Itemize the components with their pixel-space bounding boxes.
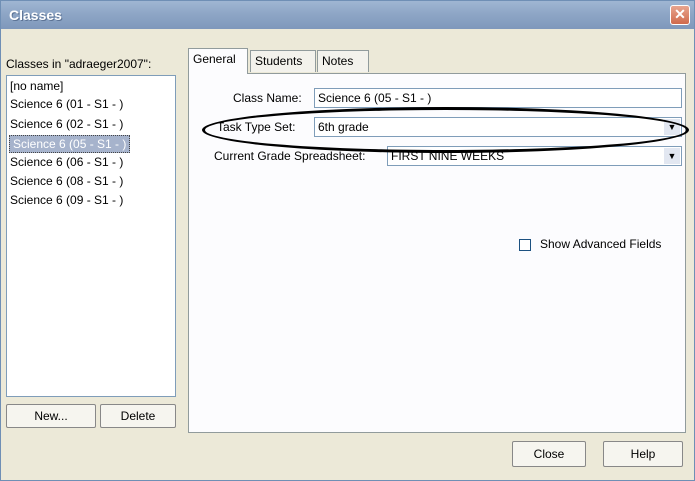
close-button[interactable]: Close (512, 441, 586, 467)
classes-dialog: Classes ✕ Classes in "adraeger2007": [no… (0, 0, 695, 481)
task-type-set-select[interactable]: 6th grade ▼ (314, 117, 682, 137)
title-bar[interactable]: Classes ✕ (1, 1, 694, 29)
new-class-button[interactable]: New... (6, 404, 96, 428)
help-button[interactable]: Help (603, 441, 683, 467)
tab-students[interactable]: Students (250, 50, 316, 72)
general-tab-panel: Class Name: Science 6 (05 - S1 - ) Task … (188, 73, 686, 433)
grade-spreadsheet-value: FIRST NINE WEEKS (391, 149, 505, 163)
list-item[interactable]: Science 6 (01 - S1 - ) (10, 96, 123, 112)
list-item[interactable]: Science 6 (06 - S1 - ) (10, 154, 123, 170)
grade-spreadsheet-label: Current Grade Spreadsheet: (214, 149, 366, 163)
close-window-button[interactable]: ✕ (670, 5, 690, 25)
show-advanced-label: Show Advanced Fields (540, 237, 662, 251)
delete-button-label: Delete (120, 409, 156, 423)
list-item[interactable]: [no name] (10, 78, 63, 94)
class-list[interactable]: [no name] Science 6 (01 - S1 - ) Science… (6, 75, 176, 397)
list-item[interactable]: Science 6 (09 - S1 - ) (10, 192, 123, 208)
chevron-down-icon[interactable]: ▼ (664, 148, 680, 164)
list-item[interactable]: Science 6 (02 - S1 - ) (10, 116, 123, 132)
close-button-label: Close (533, 447, 565, 461)
list-item[interactable]: Science 6 (08 - S1 - ) (10, 173, 123, 189)
class-list-header: Classes in "adraeger2007": (6, 57, 152, 71)
class-name-label: Class Name: (233, 91, 302, 105)
task-type-set-value: 6th grade (318, 120, 369, 134)
grade-spreadsheet-select[interactable]: FIRST NINE WEEKS ▼ (387, 146, 682, 166)
new-button-label: New... (34, 409, 68, 423)
delete-class-button[interactable]: Delete (100, 404, 176, 428)
task-type-set-label: Task Type Set: (217, 120, 296, 134)
window-title: Classes (9, 7, 62, 23)
show-advanced-checkbox[interactable] (519, 239, 531, 251)
list-item-selected[interactable]: Science 6 (05 - S1 - ) (9, 135, 131, 153)
chevron-down-icon[interactable]: ▼ (664, 119, 680, 135)
close-icon: ✕ (674, 6, 686, 22)
tab-general[interactable]: General (188, 48, 248, 74)
tab-notes[interactable]: Notes (317, 50, 369, 72)
class-name-field[interactable]: Science 6 (05 - S1 - ) (314, 88, 682, 108)
help-button-label: Help (630, 447, 656, 461)
